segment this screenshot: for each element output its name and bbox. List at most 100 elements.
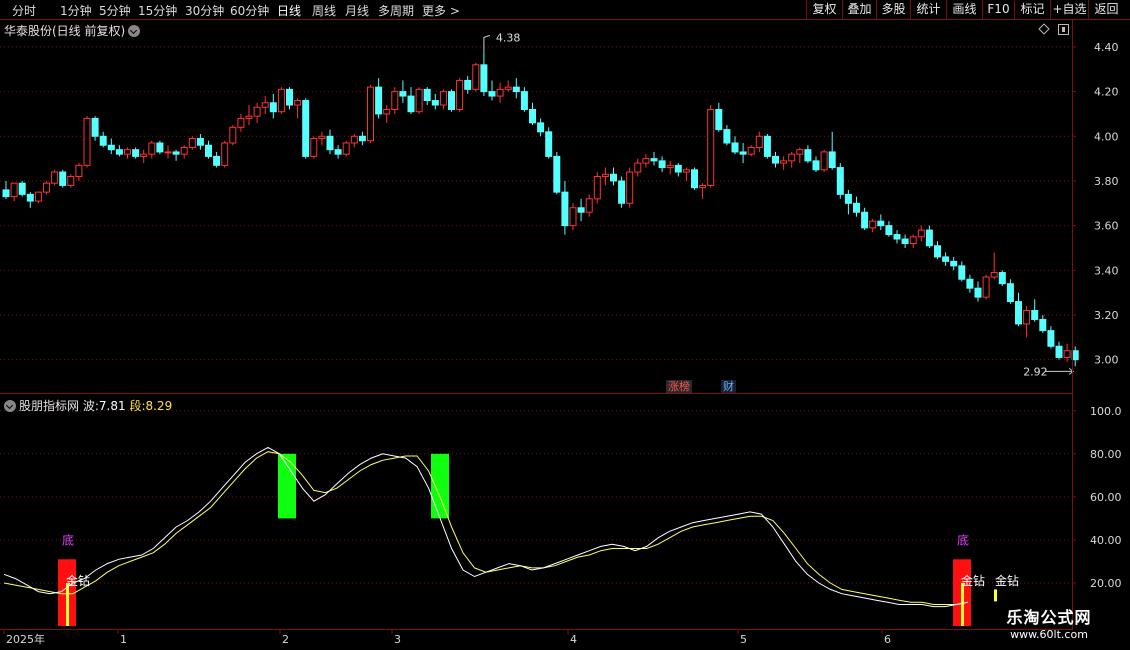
candle-down xyxy=(326,135,334,151)
segment-value: 8.29 xyxy=(145,399,173,413)
time-label: 5 xyxy=(740,633,747,646)
time-label: 2025年 xyxy=(6,632,45,646)
candle-up xyxy=(83,117,91,166)
candle-down xyxy=(269,102,277,113)
candle-up xyxy=(367,86,374,142)
sell-signal-bar xyxy=(431,453,449,519)
indicator-axis-label: 100.0 xyxy=(1090,405,1122,418)
candle-up xyxy=(391,91,399,110)
price-label: 3.40 xyxy=(1094,264,1119,277)
candle-down xyxy=(998,272,1006,285)
candle-down xyxy=(26,193,34,202)
candle-down xyxy=(545,131,553,157)
candle-up xyxy=(277,88,285,113)
candle-up xyxy=(34,191,42,202)
high-marker xyxy=(483,34,491,52)
candle-up xyxy=(229,126,237,144)
candle-up xyxy=(593,175,601,200)
time-label: 1 xyxy=(120,633,127,646)
candle-up xyxy=(51,171,59,184)
candle-down xyxy=(804,149,812,162)
time-axis-divider xyxy=(0,629,1072,630)
bottom-signal-label: 底 xyxy=(62,532,74,547)
candle-down xyxy=(610,173,617,182)
candle-down xyxy=(828,151,836,169)
candle-down xyxy=(537,122,545,133)
candle-down xyxy=(107,144,115,151)
golden-diamond-label: 金钻 xyxy=(995,573,1019,588)
candle-down xyxy=(844,193,852,204)
candle-down xyxy=(1006,283,1014,303)
candle-down xyxy=(423,88,431,102)
candle-down xyxy=(399,91,407,97)
grid-lines xyxy=(0,46,1076,634)
candle-up xyxy=(188,138,196,148)
diamond-signal-bar xyxy=(994,589,997,602)
candle-up xyxy=(1023,310,1031,325)
candle-down xyxy=(358,135,366,142)
candle-up xyxy=(253,106,261,117)
candle-up xyxy=(699,184,707,189)
finance-badge[interactable]: 财 xyxy=(721,380,736,393)
candle-down xyxy=(18,182,26,195)
candle-down xyxy=(334,149,342,155)
price-label: 3.80 xyxy=(1094,175,1119,188)
candle-up xyxy=(350,135,358,144)
low-marker xyxy=(1045,367,1075,375)
candle-up xyxy=(75,164,83,177)
indicator-axis-label: 40.00 xyxy=(1090,534,1122,547)
candle-down xyxy=(196,138,204,146)
candle-up xyxy=(10,182,18,198)
candle-down xyxy=(618,180,626,204)
watermark-logo: 乐淘公式网 www.60lt.com xyxy=(1006,608,1092,641)
candle-down xyxy=(529,108,536,124)
candle-up xyxy=(909,236,917,245)
candle-up xyxy=(164,151,172,154)
time-label: 2 xyxy=(282,633,289,646)
candle-down xyxy=(488,91,496,97)
low-price-label: 2.92 xyxy=(1023,365,1047,378)
candle-down xyxy=(91,117,99,137)
candle-up xyxy=(383,108,391,115)
candle-down xyxy=(172,151,180,155)
candle-down xyxy=(407,95,415,113)
candle-down xyxy=(853,202,860,213)
candle-down xyxy=(1047,330,1055,347)
candle-up xyxy=(585,198,593,213)
candle-down xyxy=(715,108,723,131)
candle-up xyxy=(140,153,148,157)
candle-up xyxy=(869,220,877,229)
candle-down xyxy=(99,135,107,146)
indicator-axis-label: 60.00 xyxy=(1090,491,1122,504)
chevron-down-icon[interactable] xyxy=(128,24,141,37)
price-label: 3.00 xyxy=(1094,354,1119,367)
candle-up xyxy=(569,207,577,227)
candle-up xyxy=(796,149,804,155)
time-label: 4 xyxy=(570,633,577,646)
axis-labels: 4.40 4.20 4.00 3.80 3.60 3.40 3.20 3.00 100.0 80.… xyxy=(6,41,1122,646)
candle-down xyxy=(375,86,383,115)
time-label: 3 xyxy=(394,633,401,646)
stock-chart[interactable]: 4.40 4.20 4.00 3.80 3.60 3.40 3.20 3.00 100.0 80.… xyxy=(0,0,1130,650)
bottom-signal-label: 底 xyxy=(957,532,969,547)
price-axis-divider xyxy=(1072,20,1073,630)
high-price-label: 4.38 xyxy=(496,31,521,44)
diamond-signal-bar xyxy=(66,582,69,626)
candle-up xyxy=(504,86,512,90)
candle-down xyxy=(1015,301,1022,325)
wave-value: 7.81 xyxy=(98,399,126,413)
limit-list-badge[interactable]: 涨榜 xyxy=(666,380,692,393)
stock-title[interactable]: 华泰股份(日线 前复权) xyxy=(4,22,141,39)
candlesticks xyxy=(2,51,1079,367)
candle-down xyxy=(942,256,950,262)
candle-down xyxy=(115,149,123,155)
candle-down xyxy=(966,278,974,289)
candle-up xyxy=(415,88,423,113)
panel-toggle-icon[interactable] xyxy=(1058,24,1069,35)
chevron-down-icon[interactable] xyxy=(4,399,16,412)
candle-down xyxy=(286,88,293,106)
candle-down xyxy=(59,171,67,186)
time-label: 6 xyxy=(884,633,891,646)
indicator-title[interactable]: 股朋指标网 波:7.81 段:8.29 xyxy=(4,397,172,414)
candle-up xyxy=(148,142,156,155)
